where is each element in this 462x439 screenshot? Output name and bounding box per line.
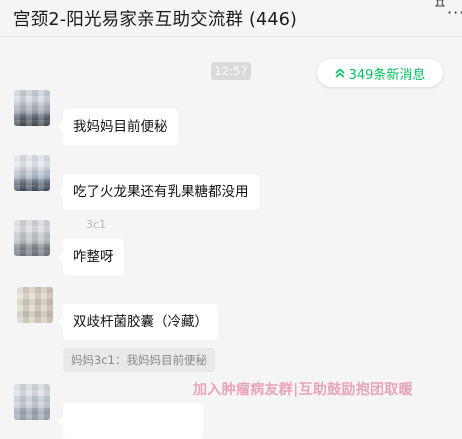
quoted-message[interactable]: 妈妈3c1：我妈妈目前便秘 [63,348,215,372]
message-bubble[interactable]: 双歧杆菌胶囊（冷藏） [58,304,218,340]
new-messages-label: 349条新消息 [348,67,426,83]
new-messages-button[interactable]: 349条新消息 [317,59,443,87]
title-divider [0,36,462,37]
avatar[interactable] [14,155,50,191]
avatar[interactable] [14,220,50,256]
pin-icon[interactable] [434,0,446,10]
message-bubble[interactable]: 咋整呀 [58,239,124,275]
sender-name: 3c1 [86,218,107,231]
title-bar: 宫颈2-阳光易家亲互助交流群 (446) ··· [0,0,462,36]
avatar[interactable] [17,287,53,323]
double-chevron-up-icon [335,68,345,78]
message-bubble[interactable] [58,403,203,439]
message-bubble[interactable]: 我妈妈目前便秘 [58,109,178,145]
message-bubble[interactable]: 吃了火龙果还有乳果糖都没用 [58,174,259,210]
more-options-icon[interactable]: ··· [447,5,462,21]
time-divider: 12:57 [211,62,251,80]
chat-title: 宫颈2-阳光易家亲互助交流群 (446) [13,10,298,30]
avatar[interactable] [14,90,50,126]
watermark: 加入肿瘤病友群|互助鼓励抱团取暖 [193,382,413,398]
